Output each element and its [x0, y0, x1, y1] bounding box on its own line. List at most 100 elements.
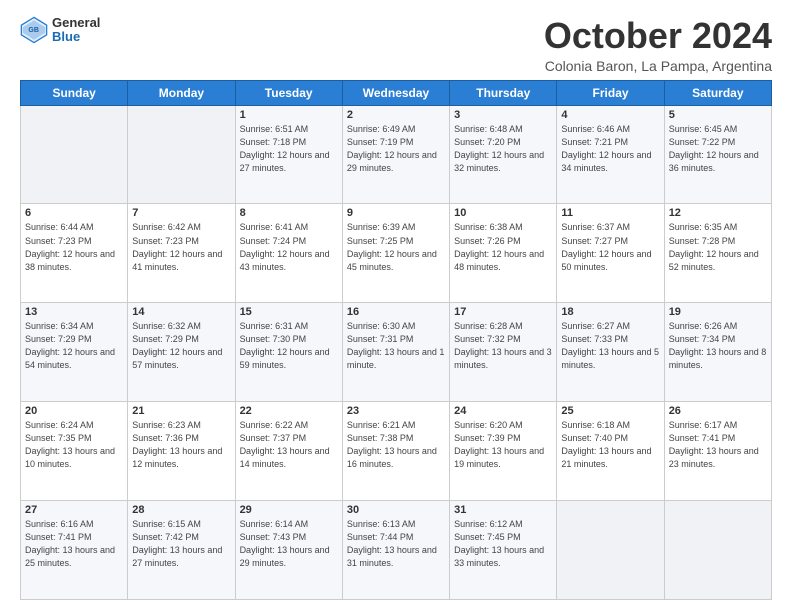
day-number: 8 — [240, 207, 338, 219]
calendar-cell — [557, 501, 664, 600]
calendar-cell: 31Sunrise: 6:12 AMSunset: 7:45 PMDayligh… — [450, 501, 557, 600]
weekday-header-thursday: Thursday — [450, 80, 557, 105]
calendar-week-4: 20 Sunrise: 6:24 AMSunset: 7:35 PMDayligh… — [21, 402, 772, 501]
day-info: Sunrise: 6:15 AMSunset: 7:42 PMDaylight:… — [132, 518, 230, 570]
day-number: 4 — [561, 109, 659, 121]
day-info: Sunrise: 6:42 AMSunset: 7:23 PMDaylight:… — [132, 221, 230, 273]
day-info: Sunrise: 6:28 AMSunset: 7:32 PMDaylight:… — [454, 320, 552, 372]
calendar-cell: 17 Sunrise: 6:28 AMSunset: 7:32 PMDayligh… — [450, 303, 557, 402]
calendar-table: SundayMondayTuesdayWednesdayThursdayFrid… — [20, 80, 772, 600]
day-number: 24 — [454, 405, 552, 417]
day-number: 20 — [25, 405, 123, 417]
weekday-header-friday: Friday — [557, 80, 664, 105]
calendar-cell: 25Sunrise: 6:18 AMSunset: 7:40 PMDayligh… — [557, 402, 664, 501]
calendar-cell: 12Sunrise: 6:35 AMSunset: 7:28 PMDayligh… — [664, 204, 771, 303]
day-number: 5 — [669, 109, 767, 121]
day-number: 16 — [347, 306, 445, 318]
weekday-header-monday: Monday — [128, 80, 235, 105]
day-number: 6 — [25, 207, 123, 219]
calendar-cell: 18Sunrise: 6:27 AMSunset: 7:33 PMDayligh… — [557, 303, 664, 402]
location-subtitle: Colonia Baron, La Pampa, Argentina — [544, 58, 772, 74]
day-info: Sunrise: 6:37 AMSunset: 7:27 PMDaylight:… — [561, 221, 659, 273]
calendar-cell: 24 Sunrise: 6:20 AMSunset: 7:39 PMDayligh… — [450, 402, 557, 501]
day-info: Sunrise: 6:45 AMSunset: 7:22 PMDaylight:… — [669, 123, 767, 175]
day-info: Sunrise: 6:27 AMSunset: 7:33 PMDaylight:… — [561, 320, 659, 372]
day-number: 28 — [132, 504, 230, 516]
calendar-cell — [21, 105, 128, 204]
day-number: 2 — [347, 109, 445, 121]
page: GB General Blue October 2024 Colonia Bar… — [0, 0, 792, 612]
calendar-cell: 5 Sunrise: 6:45 AMSunset: 7:22 PMDaylight… — [664, 105, 771, 204]
calendar-cell: 20 Sunrise: 6:24 AMSunset: 7:35 PMDayligh… — [21, 402, 128, 501]
day-info: Sunrise: 6:18 AMSunset: 7:40 PMDaylight:… — [561, 419, 659, 471]
day-number: 17 — [454, 306, 552, 318]
calendar-cell: 4 Sunrise: 6:46 AMSunset: 7:21 PMDaylight… — [557, 105, 664, 204]
day-number: 10 — [454, 207, 552, 219]
calendar-week-3: 13 Sunrise: 6:34 AMSunset: 7:29 PMDayligh… — [21, 303, 772, 402]
calendar-cell: 29 Sunrise: 6:14 AMSunset: 7:43 PMDayligh… — [235, 501, 342, 600]
calendar-cell: 26 Sunrise: 6:17 AMSunset: 7:41 PMDayligh… — [664, 402, 771, 501]
day-info: Sunrise: 6:48 AMSunset: 7:20 PMDaylight:… — [454, 123, 552, 175]
header: GB General Blue October 2024 Colonia Bar… — [20, 16, 772, 74]
calendar-cell: 2 Sunrise: 6:49 AMSunset: 7:19 PMDaylight… — [342, 105, 449, 204]
day-number: 19 — [669, 306, 767, 318]
day-info: Sunrise: 6:14 AMSunset: 7:43 PMDaylight:… — [240, 518, 338, 570]
day-number: 3 — [454, 109, 552, 121]
day-number: 11 — [561, 207, 659, 219]
calendar-cell: 6 Sunrise: 6:44 AMSunset: 7:23 PMDaylight… — [21, 204, 128, 303]
day-number: 26 — [669, 405, 767, 417]
calendar-cell — [128, 105, 235, 204]
weekday-header-tuesday: Tuesday — [235, 80, 342, 105]
month-title: October 2024 — [544, 16, 772, 56]
day-info: Sunrise: 6:20 AMSunset: 7:39 PMDaylight:… — [454, 419, 552, 471]
day-number: 13 — [25, 306, 123, 318]
day-info: Sunrise: 6:23 AMSunset: 7:36 PMDaylight:… — [132, 419, 230, 471]
calendar-cell: 28 Sunrise: 6:15 AMSunset: 7:42 PMDayligh… — [128, 501, 235, 600]
title-block: October 2024 Colonia Baron, La Pampa, Ar… — [544, 16, 772, 74]
weekday-header-saturday: Saturday — [664, 80, 771, 105]
calendar-cell: 23Sunrise: 6:21 AMSunset: 7:38 PMDayligh… — [342, 402, 449, 501]
day-info: Sunrise: 6:34 AMSunset: 7:29 PMDaylight:… — [25, 320, 123, 372]
calendar-cell: 10Sunrise: 6:38 AMSunset: 7:26 PMDayligh… — [450, 204, 557, 303]
calendar-cell: 14Sunrise: 6:32 AMSunset: 7:29 PMDayligh… — [128, 303, 235, 402]
day-info: Sunrise: 6:41 AMSunset: 7:24 PMDaylight:… — [240, 221, 338, 273]
calendar-cell: 15Sunrise: 6:31 AMSunset: 7:30 PMDayligh… — [235, 303, 342, 402]
weekday-header-sunday: Sunday — [21, 80, 128, 105]
day-number: 27 — [25, 504, 123, 516]
day-info: Sunrise: 6:22 AMSunset: 7:37 PMDaylight:… — [240, 419, 338, 471]
logo-blue: Blue — [52, 29, 80, 44]
day-number: 14 — [132, 306, 230, 318]
calendar-week-1: 1Sunrise: 6:51 AMSunset: 7:18 PMDaylight… — [21, 105, 772, 204]
day-number: 1 — [240, 109, 338, 121]
calendar-cell: 19Sunrise: 6:26 AMSunset: 7:34 PMDayligh… — [664, 303, 771, 402]
calendar-cell: 16 Sunrise: 6:30 AMSunset: 7:31 PMDayligh… — [342, 303, 449, 402]
day-info: Sunrise: 6:44 AMSunset: 7:23 PMDaylight:… — [25, 221, 123, 273]
day-info: Sunrise: 6:39 AMSunset: 7:25 PMDaylight:… — [347, 221, 445, 273]
day-info: Sunrise: 6:16 AMSunset: 7:41 PMDaylight:… — [25, 518, 123, 570]
calendar-cell: 13 Sunrise: 6:34 AMSunset: 7:29 PMDayligh… — [21, 303, 128, 402]
svg-text:GB: GB — [28, 27, 39, 34]
day-info: Sunrise: 6:21 AMSunset: 7:38 PMDaylight:… — [347, 419, 445, 471]
weekday-header-wednesday: Wednesday — [342, 80, 449, 105]
day-info: Sunrise: 6:24 AMSunset: 7:35 PMDaylight:… — [25, 419, 123, 471]
logo-general: General — [52, 15, 100, 30]
day-info: Sunrise: 6:46 AMSunset: 7:21 PMDaylight:… — [561, 123, 659, 175]
day-info: Sunrise: 6:31 AMSunset: 7:30 PMDaylight:… — [240, 320, 338, 372]
day-info: Sunrise: 6:13 AMSunset: 7:44 PMDaylight:… — [347, 518, 445, 570]
calendar-cell: 11 Sunrise: 6:37 AMSunset: 7:27 PMDayligh… — [557, 204, 664, 303]
day-number: 7 — [132, 207, 230, 219]
day-info: Sunrise: 6:30 AMSunset: 7:31 PMDaylight:… — [347, 320, 445, 372]
calendar-cell: 22 Sunrise: 6:22 AMSunset: 7:37 PMDayligh… — [235, 402, 342, 501]
calendar-cell: 27 Sunrise: 6:16 AMSunset: 7:41 PMDayligh… — [21, 501, 128, 600]
calendar-cell: 7 Sunrise: 6:42 AMSunset: 7:23 PMDaylight… — [128, 204, 235, 303]
day-info: Sunrise: 6:17 AMSunset: 7:41 PMDaylight:… — [669, 419, 767, 471]
logo: GB General Blue — [20, 16, 100, 45]
day-number: 22 — [240, 405, 338, 417]
calendar-week-5: 27 Sunrise: 6:16 AMSunset: 7:41 PMDayligh… — [21, 501, 772, 600]
logo-icon: GB — [20, 16, 48, 44]
day-number: 29 — [240, 504, 338, 516]
day-number: 30 — [347, 504, 445, 516]
day-number: 12 — [669, 207, 767, 219]
day-info: Sunrise: 6:49 AMSunset: 7:19 PMDaylight:… — [347, 123, 445, 175]
calendar-cell: 30 Sunrise: 6:13 AMSunset: 7:44 PMDayligh… — [342, 501, 449, 600]
